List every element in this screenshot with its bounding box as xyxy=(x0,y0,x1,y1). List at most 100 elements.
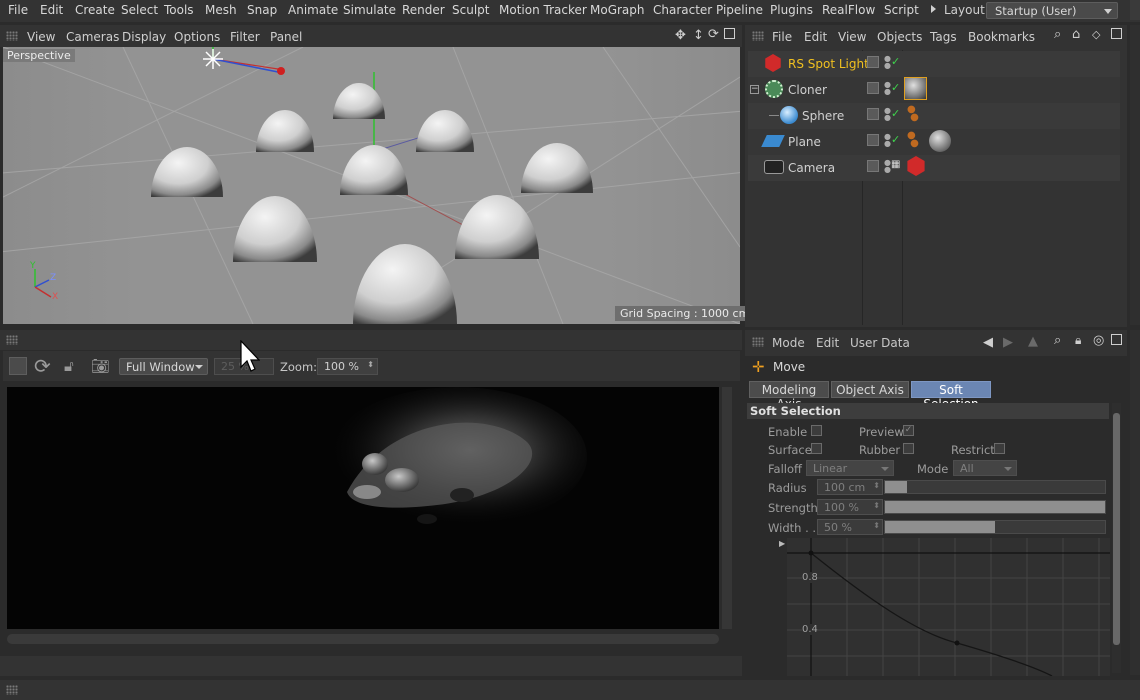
viewport-menu-options[interactable]: Options xyxy=(174,30,220,44)
enabled-check-icon[interactable]: ✓ xyxy=(891,133,900,146)
object-row-cloner[interactable]: − Cloner ● ● ✓ xyxy=(748,77,1120,103)
refresh-render-icon[interactable]: ⟳ xyxy=(34,354,51,378)
enabled-check-icon[interactable]: ✓ xyxy=(891,55,900,68)
maximize-panel-icon[interactable] xyxy=(1111,334,1122,345)
attribute-manager-grip-icon[interactable] xyxy=(752,337,764,347)
layer-icon[interactable] xyxy=(867,160,879,172)
forward-arrow-icon[interactable]: ▶ xyxy=(1003,335,1013,350)
menubar-scroll[interactable] xyxy=(1130,0,1140,20)
menu-simulate[interactable]: Simulate xyxy=(343,3,396,17)
tab-object-axis[interactable]: Object Axis xyxy=(831,381,909,398)
om-menu-view[interactable]: View xyxy=(838,30,866,44)
menu-edit[interactable]: Edit xyxy=(40,3,63,17)
phong-tag-icon[interactable]: ● ● xyxy=(907,131,919,149)
strength-slider[interactable] xyxy=(884,500,1106,514)
object-row-rs-spot-light[interactable]: RS Spot Light ● ● ✓ xyxy=(748,51,1120,77)
display-mode-select[interactable]: Full Window xyxy=(119,358,208,375)
phong-tag-icon[interactable]: ● ● xyxy=(907,105,919,123)
falloff-select[interactable]: Linear xyxy=(806,460,894,476)
object-manager-scrollbar[interactable] xyxy=(1130,25,1140,325)
stepper-icon[interactable]: ⬍ xyxy=(873,481,880,490)
object-manager-grip-icon[interactable] xyxy=(752,31,764,41)
search-icon[interactable]: ⌕ xyxy=(1054,333,1061,348)
visibility-dots-icon[interactable]: ● ● xyxy=(884,107,891,122)
zoom-view-icon[interactable]: ↕ xyxy=(693,28,704,43)
mode-select[interactable]: All xyxy=(953,460,1017,476)
viewport-menu-cameras[interactable]: Cameras xyxy=(66,30,119,44)
menu-character[interactable]: Character xyxy=(653,3,712,17)
render-vertical-scrollbar[interactable] xyxy=(722,387,732,629)
viewport-menu-panel[interactable]: Panel xyxy=(270,30,302,44)
om-menu-tags[interactable]: Tags xyxy=(930,30,957,44)
rs-camera-tag-icon[interactable] xyxy=(907,156,925,176)
menu-render[interactable]: Render xyxy=(402,3,445,17)
menu-motion-tracker[interactable]: Motion Tracker xyxy=(499,3,587,17)
menu-create[interactable]: Create xyxy=(75,3,115,17)
viewport-menu-filter[interactable]: Filter xyxy=(230,30,260,44)
layer-icon[interactable] xyxy=(867,82,879,94)
menu-realflow[interactable]: RealFlow xyxy=(822,3,875,17)
radius-field[interactable]: 100 cm ⬍ xyxy=(817,479,883,495)
zoom-field[interactable]: 100 % ⬍ xyxy=(317,358,378,375)
layout-select[interactable]: Startup (User) xyxy=(986,2,1118,19)
visibility-dots-icon[interactable]: ● ● xyxy=(884,159,891,174)
om-menu-bookmarks[interactable]: Bookmarks xyxy=(968,30,1035,44)
strength-field[interactable]: 100 % ⬍ xyxy=(817,499,883,515)
menu-animate[interactable]: Animate xyxy=(288,3,338,17)
menu-select[interactable]: Select xyxy=(121,3,158,17)
menu-plugins[interactable]: Plugins xyxy=(770,3,813,17)
enabled-check-icon[interactable]: ✓ xyxy=(891,81,900,94)
layer-icon[interactable] xyxy=(867,108,879,120)
tab-soft-selection[interactable]: Soft Selection xyxy=(911,381,991,411)
checker-icon[interactable]: ▦ xyxy=(891,159,900,170)
object-row-camera[interactable]: Camera ● ● ▦ xyxy=(748,155,1120,181)
move-view-icon[interactable]: ✥ xyxy=(675,28,686,43)
layer-icon[interactable] xyxy=(867,134,879,146)
target-icon[interactable]: ◎ xyxy=(1093,333,1104,348)
rubber-checkbox[interactable] xyxy=(903,443,914,454)
object-row-plane[interactable]: Plane ● ● ✓ ● ● xyxy=(748,129,1120,155)
menu-script[interactable]: Script xyxy=(884,3,919,17)
home-icon[interactable]: ⌂ xyxy=(1072,27,1080,42)
radius-slider[interactable] xyxy=(884,480,1106,494)
om-menu-file[interactable]: File xyxy=(772,30,792,44)
am-menu-edit[interactable]: Edit xyxy=(816,336,839,350)
layer-icon[interactable] xyxy=(867,56,879,68)
attribute-outer-scrollbar[interactable] xyxy=(1130,330,1140,675)
visibility-dots-icon[interactable]: ● ● xyxy=(884,55,891,70)
up-arrow-icon[interactable]: ▲ xyxy=(1028,334,1038,349)
om-menu-objects[interactable]: Objects xyxy=(877,30,922,44)
snapshot-camera-icon[interactable]: 📷︎ xyxy=(91,357,110,375)
maximize-view-icon[interactable] xyxy=(724,28,735,39)
menu-mograph[interactable]: MoGraph xyxy=(590,3,645,17)
render-horizontal-scrollbar[interactable] xyxy=(7,634,719,644)
restrict-checkbox[interactable] xyxy=(994,443,1005,454)
menu-file[interactable]: File xyxy=(8,3,28,17)
menu-pipeline[interactable]: Pipeline xyxy=(716,3,763,17)
stop-render-icon[interactable] xyxy=(9,357,27,375)
render-view-grip-icon[interactable] xyxy=(6,335,18,345)
preview-checkbox[interactable]: ✓ xyxy=(903,425,914,436)
menu-tools[interactable]: Tools xyxy=(164,3,194,17)
visibility-dots-icon[interactable]: ● ● xyxy=(884,133,891,148)
perspective-viewport[interactable]: Y Z X xyxy=(3,47,740,324)
stepper-icon[interactable]: ⬍ xyxy=(873,501,880,510)
attribute-scrollbar-thumb[interactable] xyxy=(1113,413,1120,645)
visibility-dots-icon[interactable]: ● ● xyxy=(884,81,891,96)
width-slider[interactable] xyxy=(884,520,1106,534)
rotate-view-icon[interactable]: ⟳ xyxy=(708,27,719,42)
viewport-menu-display[interactable]: Display xyxy=(122,30,166,44)
tab-modeling-axis[interactable]: Modeling Axis xyxy=(749,381,829,411)
enabled-check-icon[interactable]: ✓ xyxy=(891,107,900,120)
render-output[interactable] xyxy=(7,387,719,629)
search-icon[interactable]: ⌕ xyxy=(1054,27,1061,42)
lock-icon[interactable]: 🔒︎ xyxy=(1075,333,1081,348)
stepper-icon[interactable]: ⬍ xyxy=(367,360,374,369)
surface-checkbox[interactable] xyxy=(811,443,822,454)
navigate-back-icon[interactable]: ◇ xyxy=(1092,28,1100,41)
lock-icon[interactable]: 🔓︎ xyxy=(64,357,74,375)
viewport-grip-icon[interactable] xyxy=(6,31,18,41)
om-menu-edit[interactable]: Edit xyxy=(804,30,827,44)
am-menu-mode[interactable]: Mode xyxy=(772,336,805,350)
menu-sculpt[interactable]: Sculpt xyxy=(452,3,489,17)
